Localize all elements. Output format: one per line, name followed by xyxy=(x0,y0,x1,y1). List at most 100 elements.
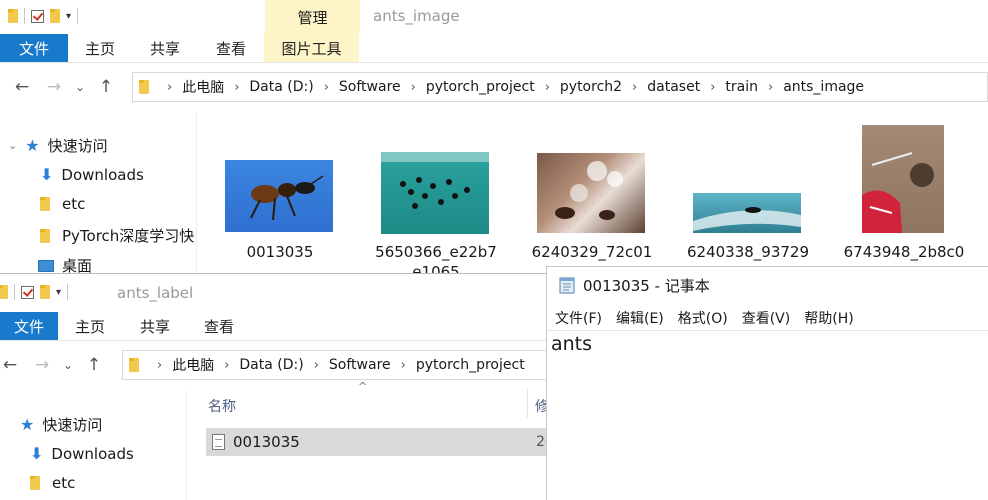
breadcrumb-item[interactable]: 此电脑 xyxy=(172,355,214,375)
download-icon: ⬇ xyxy=(30,444,44,463)
chevron-right-icon: › xyxy=(710,79,716,95)
tab-file[interactable]: 文件 xyxy=(0,34,68,62)
notepad-icon xyxy=(559,277,575,294)
column-divider xyxy=(527,388,528,418)
address-row: ← → ⌄ ↑ xyxy=(0,350,110,380)
ant-photo-teal xyxy=(381,152,489,234)
menu-view[interactable]: 查看(V) xyxy=(742,308,791,328)
sort-caret-icon: ^ xyxy=(358,380,368,393)
tab-view[interactable]: 查看 xyxy=(198,34,264,62)
nav-quick-access[interactable]: ★ 快速访问 xyxy=(20,414,102,435)
back-arrow-icon[interactable]: ← xyxy=(0,355,26,375)
notepad-title: 0013035 - 记事本 xyxy=(583,276,710,295)
breadcrumb-item[interactable]: Data (D:) xyxy=(249,79,313,95)
menu-format[interactable]: 格式(O) xyxy=(678,308,728,328)
notepad-title-bar: 0013035 - 记事本 xyxy=(547,267,988,303)
thumbnail-name: 6240338_93729 xyxy=(686,243,810,261)
nav-item-etc[interactable]: etc xyxy=(40,195,85,213)
nav-label: 快速访问 xyxy=(47,137,108,155)
file-row[interactable]: 0013035 20 xyxy=(206,428,548,456)
nav-item-etc[interactable]: etc xyxy=(30,474,75,492)
new-folder-icon[interactable] xyxy=(50,9,60,23)
breadcrumb-item[interactable]: ants_image xyxy=(783,79,864,95)
chevron-right-icon: › xyxy=(313,357,319,373)
forward-arrow-icon[interactable]: → xyxy=(38,77,70,97)
menu-edit[interactable]: 编辑(E) xyxy=(616,308,664,328)
properties-icon[interactable] xyxy=(21,285,34,299)
address-row: ← → ⌄ ↑ xyxy=(6,72,122,102)
chevron-right-icon: › xyxy=(410,79,416,95)
breadcrumb-item[interactable]: dataset xyxy=(647,79,700,95)
breadcrumb-item[interactable]: pytorch2 xyxy=(560,79,622,95)
up-arrow-icon[interactable]: ↑ xyxy=(90,77,122,97)
divider xyxy=(77,8,79,24)
ribbon-tabs: 文件 主页 共享 查看 图片工具 xyxy=(0,34,988,62)
ant-photo-crystals xyxy=(537,153,645,233)
tab-file[interactable]: 文件 xyxy=(0,312,58,340)
recent-dropdown-icon[interactable]: ⌄ xyxy=(70,80,90,94)
nav-label: etc xyxy=(62,195,86,213)
tab-share[interactable]: 共享 xyxy=(132,34,198,62)
recent-dropdown-icon[interactable]: ⌄ xyxy=(58,358,78,372)
thumbnail-name: 6240329_72c01 xyxy=(531,243,653,261)
breadcrumb: › 此电脑 › Data (D:) › Software › pytorch_p… xyxy=(157,77,864,97)
ant-photo-blue xyxy=(225,160,333,232)
folder-icon xyxy=(129,358,139,372)
ant-photo-leaf xyxy=(693,193,801,233)
pane-divider xyxy=(196,112,197,272)
ribbon-divider xyxy=(0,62,988,63)
nav-label: 快速访问 xyxy=(42,416,103,434)
tab-picture-tools[interactable]: 图片工具 xyxy=(264,34,359,62)
breadcrumb-item[interactable]: Data (D:) xyxy=(239,357,303,373)
address-bar[interactable]: › 此电脑 › Data (D:) › Software › pytorch_p… xyxy=(122,350,548,380)
breadcrumb-item[interactable]: train xyxy=(725,79,758,95)
customize-dropdown-icon[interactable]: ▾ xyxy=(56,287,61,298)
thumbnail-name: 0013035 xyxy=(246,243,314,261)
folder-icon xyxy=(0,285,8,299)
thumbnail-name: 6743948_2b8c0 xyxy=(843,243,965,261)
tab-home[interactable]: 主页 xyxy=(68,34,132,62)
address-bar[interactable]: › 此电脑 › Data (D:) › Software › pytorch_p… xyxy=(132,72,988,102)
column-header-name[interactable]: 名称 xyxy=(208,396,236,416)
folder-icon xyxy=(139,80,149,94)
divider xyxy=(67,284,69,300)
divider xyxy=(24,8,25,24)
thumbnail-name: 5650366_e22b7 xyxy=(375,243,497,261)
menu-file[interactable]: 文件(F) xyxy=(555,308,602,328)
tab-manage[interactable]: 管理 xyxy=(265,0,360,34)
up-arrow-icon[interactable]: ↑ xyxy=(78,355,110,375)
breadcrumb-item[interactable]: 此电脑 xyxy=(182,77,224,97)
title-bar: ▾ 管理 ants_image xyxy=(0,0,988,34)
properties-icon[interactable] xyxy=(31,9,44,23)
notepad-window: 0013035 - 记事本 文件(F) 编辑(E) 格式(O) 查看(V) 帮助… xyxy=(546,266,988,500)
tab-home[interactable]: 主页 xyxy=(58,312,122,340)
breadcrumb-item[interactable]: Software xyxy=(329,357,391,373)
nav-item-downloads[interactable]: ⬇ Downloads xyxy=(40,165,144,184)
quick-access-toolbar: ▾ xyxy=(0,284,69,300)
breadcrumb-item[interactable]: Software xyxy=(339,79,401,95)
notepad-text-area[interactable]: ants xyxy=(547,331,988,500)
new-folder-icon[interactable] xyxy=(40,285,50,299)
file-name: 0013035 xyxy=(233,433,300,451)
back-arrow-icon[interactable]: ← xyxy=(6,77,38,97)
chevron-right-icon: › xyxy=(323,79,329,95)
tab-share[interactable]: 共享 xyxy=(122,312,188,340)
chevron-right-icon: › xyxy=(157,357,163,373)
notepad-content: ants xyxy=(551,333,593,355)
download-icon: ⬇ xyxy=(40,165,54,184)
expand-chevron-icon[interactable]: ⌄ xyxy=(8,139,17,152)
forward-arrow-icon[interactable]: → xyxy=(26,355,58,375)
customize-dropdown-icon[interactable]: ▾ xyxy=(66,11,71,22)
quick-access-toolbar: ▾ xyxy=(8,8,79,24)
nav-quick-access[interactable]: ⌄ ★ 快速访问 xyxy=(8,135,108,156)
nav-item-downloads[interactable]: ⬇ Downloads xyxy=(30,444,134,463)
nav-item-pytorch[interactable]: PyTorch深度学习快 xyxy=(40,225,194,246)
folder-icon xyxy=(40,228,50,243)
chevron-right-icon: › xyxy=(400,357,406,373)
breadcrumb-item[interactable]: pytorch_project xyxy=(416,357,525,373)
folder-icon xyxy=(40,197,50,211)
menu-help[interactable]: 帮助(H) xyxy=(804,308,853,328)
tab-view[interactable]: 查看 xyxy=(188,312,250,340)
nav-label: Downloads xyxy=(51,444,134,463)
breadcrumb-item[interactable]: pytorch_project xyxy=(426,79,535,95)
